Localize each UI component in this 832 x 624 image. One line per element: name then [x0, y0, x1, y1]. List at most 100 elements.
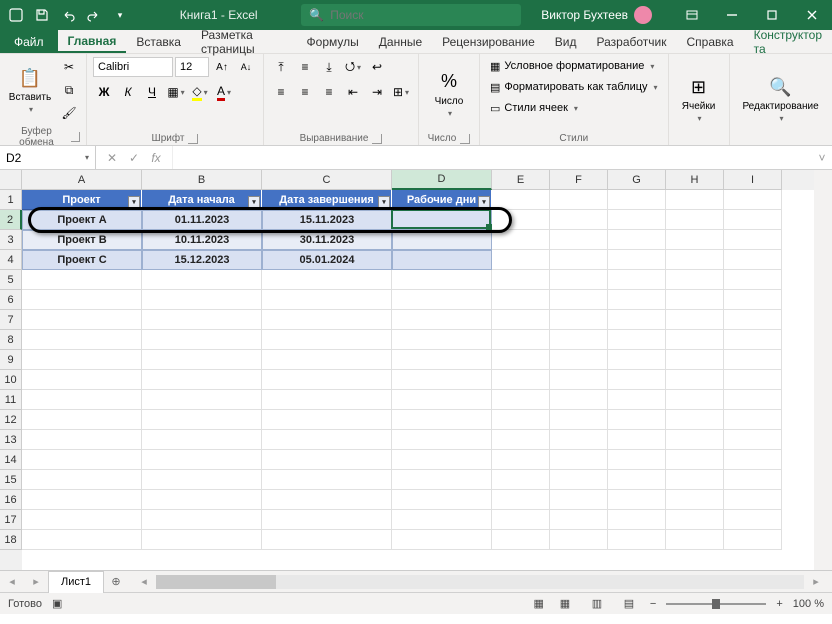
align-right-button[interactable]: ≡: [318, 81, 340, 103]
cell-G7[interactable]: [608, 310, 666, 330]
undo-button[interactable]: [56, 3, 80, 27]
cell-E17[interactable]: [492, 510, 550, 530]
cell-H13[interactable]: [666, 430, 724, 450]
cell-A8[interactable]: [22, 330, 142, 350]
cell-D12[interactable]: [392, 410, 492, 430]
column-header-D[interactable]: D: [392, 170, 492, 190]
column-header-C[interactable]: C: [262, 170, 392, 190]
align-center-button[interactable]: ≡: [294, 81, 316, 103]
cell-I1[interactable]: [724, 190, 782, 210]
cell-styles-button[interactable]: ▭Стили ячеек▾: [486, 98, 662, 118]
merge-button[interactable]: ⊞▾: [390, 81, 412, 103]
row-header-12[interactable]: 12: [0, 410, 22, 430]
cell-D3[interactable]: [392, 230, 492, 250]
cell-D7[interactable]: [392, 310, 492, 330]
sheet-nav-prev[interactable]: ◂: [0, 575, 24, 588]
cell-A11[interactable]: [22, 390, 142, 410]
cell-G10[interactable]: [608, 370, 666, 390]
cell-G4[interactable]: [608, 250, 666, 270]
cell-H10[interactable]: [666, 370, 724, 390]
cell-H5[interactable]: [666, 270, 724, 290]
tab-data[interactable]: Данные: [369, 30, 432, 53]
cell-B9[interactable]: [142, 350, 262, 370]
cell-C2[interactable]: 15.11.2023: [262, 210, 392, 230]
increase-font-button[interactable]: A↑: [211, 56, 233, 78]
cell-F16[interactable]: [550, 490, 608, 510]
cell-H14[interactable]: [666, 450, 724, 470]
copy-button[interactable]: ⧉: [58, 79, 80, 101]
number-launcher[interactable]: [460, 134, 470, 144]
cell-A12[interactable]: [22, 410, 142, 430]
cell-I16[interactable]: [724, 490, 782, 510]
cell-G18[interactable]: [608, 530, 666, 550]
cell-A4[interactable]: Проект C: [22, 250, 142, 270]
cell-I14[interactable]: [724, 450, 782, 470]
cell-B16[interactable]: [142, 490, 262, 510]
select-all-corner[interactable]: [0, 170, 22, 190]
cell-F18[interactable]: [550, 530, 608, 550]
vertical-scrollbar[interactable]: [814, 170, 832, 570]
cell-H3[interactable]: [666, 230, 724, 250]
cell-C13[interactable]: [262, 430, 392, 450]
zoom-slider[interactable]: [666, 603, 766, 605]
cell-B2[interactable]: 01.11.2023: [142, 210, 262, 230]
cell-C14[interactable]: [262, 450, 392, 470]
cell-A13[interactable]: [22, 430, 142, 450]
cell-G6[interactable]: [608, 290, 666, 310]
ribbon-display-options[interactable]: [672, 0, 712, 30]
cell-B14[interactable]: [142, 450, 262, 470]
tab-review[interactable]: Рецензирование: [432, 30, 545, 53]
cell-B5[interactable]: [142, 270, 262, 290]
cancel-formula-button[interactable]: ✕: [102, 148, 122, 168]
cell-B7[interactable]: [142, 310, 262, 330]
macro-record-icon[interactable]: ▣: [52, 597, 62, 610]
cell-C16[interactable]: [262, 490, 392, 510]
conditional-formatting-button[interactable]: ▦Условное форматирование▾: [486, 56, 662, 76]
cell-E11[interactable]: [492, 390, 550, 410]
cell-B15[interactable]: [142, 470, 262, 490]
display-settings-icon[interactable]: ▦: [534, 597, 544, 610]
row-header-8[interactable]: 8: [0, 330, 22, 350]
row-header-6[interactable]: 6: [0, 290, 22, 310]
font-color-button[interactable]: A▾: [213, 81, 235, 103]
cell-D14[interactable]: [392, 450, 492, 470]
cell-A14[interactable]: [22, 450, 142, 470]
column-header-B[interactable]: B: [142, 170, 262, 190]
minimize-button[interactable]: [712, 0, 752, 30]
cell-G13[interactable]: [608, 430, 666, 450]
search-input[interactable]: [330, 8, 513, 22]
cell-I7[interactable]: [724, 310, 782, 330]
cell-E15[interactable]: [492, 470, 550, 490]
cell-F3[interactable]: [550, 230, 608, 250]
cell-G11[interactable]: [608, 390, 666, 410]
cell-G5[interactable]: [608, 270, 666, 290]
cell-C15[interactable]: [262, 470, 392, 490]
cell-C9[interactable]: [262, 350, 392, 370]
cell-A5[interactable]: [22, 270, 142, 290]
tab-page-layout[interactable]: Разметка страницы: [191, 30, 297, 53]
paste-button[interactable]: 📋 Вставить ▾: [6, 56, 54, 124]
cell-C10[interactable]: [262, 370, 392, 390]
cell-I10[interactable]: [724, 370, 782, 390]
italic-button[interactable]: К: [117, 81, 139, 103]
row-header-3[interactable]: 3: [0, 230, 22, 250]
name-box[interactable]: ▾: [0, 146, 96, 169]
format-as-table-button[interactable]: ▤Форматировать как таблицу▾: [486, 77, 662, 97]
cell-B12[interactable]: [142, 410, 262, 430]
cell-E5[interactable]: [492, 270, 550, 290]
cell-F5[interactable]: [550, 270, 608, 290]
cell-C12[interactable]: [262, 410, 392, 430]
cell-F10[interactable]: [550, 370, 608, 390]
filter-dropdown[interactable]: ▾: [128, 196, 140, 208]
cell-E8[interactable]: [492, 330, 550, 350]
align-left-button[interactable]: ≡: [270, 81, 292, 103]
tab-insert[interactable]: Вставка: [126, 30, 191, 53]
formula-input[interactable]: [173, 146, 812, 169]
cell-B6[interactable]: [142, 290, 262, 310]
cell-F9[interactable]: [550, 350, 608, 370]
cell-C11[interactable]: [262, 390, 392, 410]
cell-F8[interactable]: [550, 330, 608, 350]
cell-D8[interactable]: [392, 330, 492, 350]
cell-G1[interactable]: [608, 190, 666, 210]
name-box-input[interactable]: [6, 151, 83, 165]
